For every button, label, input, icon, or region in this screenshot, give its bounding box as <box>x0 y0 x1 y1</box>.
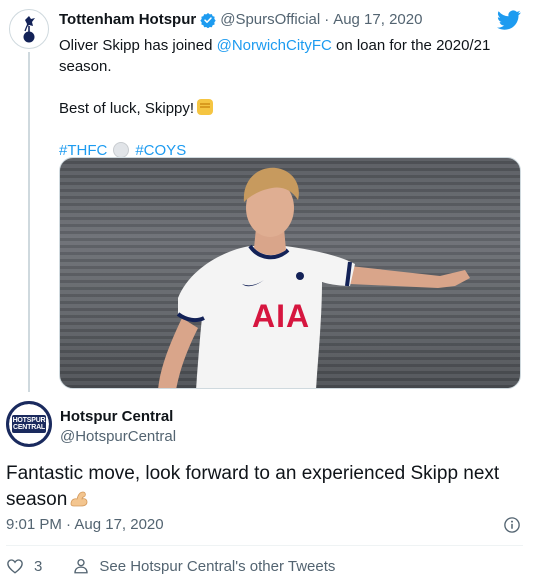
parent-display-name[interactable]: Tottenham Hotspur <box>59 11 196 28</box>
info-icon[interactable] <box>503 516 521 534</box>
reply-display-name[interactable]: Hotspur Central <box>60 408 173 425</box>
tweet-text-line2: Best of luck, Skippy! <box>59 100 195 117</box>
parent-tweet-header: Tottenham Hotspur @SpursOfficial · Aug 1… <box>59 11 422 28</box>
person-icon <box>74 558 89 574</box>
spurs-avatar[interactable] <box>9 9 49 49</box>
tweet-photo[interactable]: AIA <box>59 157 521 389</box>
thread-connector-line <box>28 52 30 392</box>
reply-tweet-text: Fantastic move, look forward to an exper… <box>6 461 526 513</box>
heart-icon[interactable] <box>6 557 24 575</box>
norwich-mention-link[interactable]: @NorwichCityFC <box>217 37 332 54</box>
see-other-tweets-link[interactable]: See Hotspur Central's other Tweets <box>99 558 335 575</box>
twitter-bird-icon[interactable] <box>497 8 521 32</box>
fist-emoji-icon <box>197 99 214 115</box>
avatar-text-line1: HOTSPUR <box>12 417 46 424</box>
spurs-crest-icon <box>23 16 35 43</box>
reply-timestamp[interactable]: 9:01 PM · Aug 17, 2020 <box>6 516 164 533</box>
like-count[interactable]: 3 <box>34 558 42 575</box>
hotspur-central-avatar[interactable]: HOTSPUR CENTRAL <box>6 401 52 447</box>
football-emoji-icon <box>113 142 130 158</box>
shirt-sponsor-text: AIA <box>252 298 311 334</box>
parent-tweet-text: Oliver Skipp has joined @NorwichCityFC o… <box>59 35 499 161</box>
reply-handle[interactable]: @HotspurCentral <box>60 428 176 445</box>
flexed-biceps-emoji-icon <box>70 491 88 507</box>
tweet-text-part: Oliver Skipp has joined <box>59 37 217 54</box>
divider <box>6 545 523 546</box>
player-figure <box>158 167 470 388</box>
verified-badge-icon <box>200 12 216 28</box>
avatar-logo: HOTSPUR CENTRAL <box>9 404 49 444</box>
separator-dot: · <box>324 11 330 28</box>
reply-actions-bar: 3 See Hotspur Central's other Tweets <box>6 557 335 575</box>
parent-handle[interactable]: @SpursOfficial <box>220 11 320 28</box>
avatar-text-line2: CENTRAL <box>12 424 46 431</box>
parent-date[interactable]: Aug 17, 2020 <box>333 11 422 28</box>
